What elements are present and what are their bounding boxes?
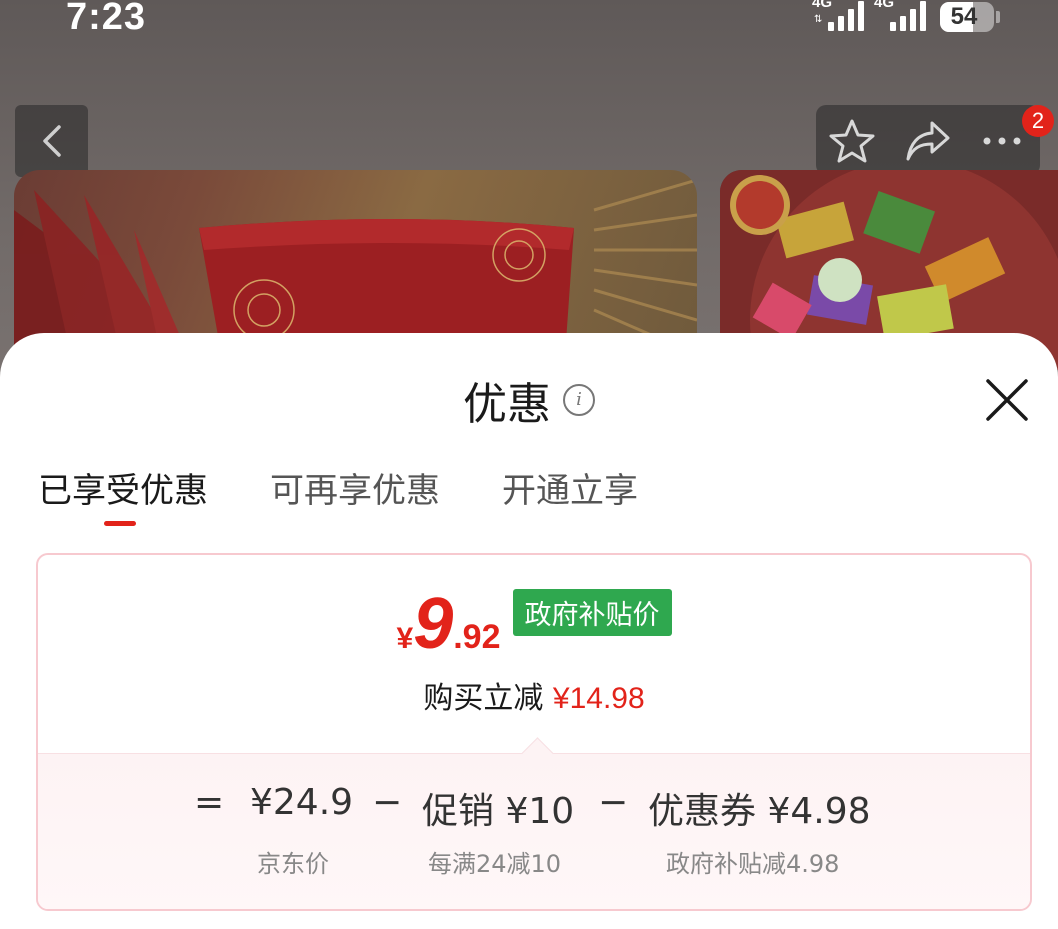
coupon-amount: 优惠券 ¥4.98 (648, 791, 871, 832)
breakdown-formula: = ¥24.9 − 促销 ¥10 − 优惠券 ¥4.98 (38, 782, 1030, 832)
final-price-row: ¥9.92政府补贴价 (38, 583, 1030, 665)
more-button[interactable] (978, 117, 1026, 165)
battery-cap (996, 11, 1000, 23)
instant-reduction-amount: ¥14.98 (552, 682, 645, 715)
coupon-note: 政府补贴减4.98 (666, 850, 840, 878)
battery-icon: 54 (940, 2, 994, 32)
promo-amount: 促销 ¥10 (422, 791, 575, 832)
base-price: ¥24.9 (250, 782, 354, 823)
instant-reduction-label: 购买立减 (423, 681, 544, 716)
tab-enjoyed-discounts[interactable]: 已享受优惠 (38, 463, 208, 512)
discount-card: ¥9.92政府补贴价 购买立减 ¥14.98 = ¥24.9 − 促销 ¥10 … (36, 553, 1032, 911)
signal-icon-2: 4G (874, 0, 930, 34)
price-currency: ¥ (396, 622, 414, 655)
tab-more-discounts[interactable]: 可再享优惠 (270, 463, 440, 512)
final-price: ¥9.92 (397, 583, 501, 665)
star-icon (829, 119, 875, 163)
favorite-button[interactable] (828, 117, 876, 165)
gov-subsidy-tag: 政府补贴价 (512, 589, 672, 636)
promo-note: 每满24减10 (428, 850, 562, 878)
more-icon (983, 137, 1021, 145)
info-icon[interactable]: i (563, 384, 595, 416)
tab-activate-now[interactable]: 开通立享 (502, 463, 638, 512)
equals-sign: = (194, 782, 225, 823)
back-button[interactable] (15, 105, 88, 177)
price-decimal: .92 (453, 618, 501, 656)
status-time: 7:23 (66, 0, 147, 38)
active-tab-indicator (104, 521, 136, 526)
status-bar: 7:23 4G ⇅ 4G 54 (0, 0, 1058, 40)
data-arrows-icon: ⇅ (814, 14, 823, 25)
price-integer: 9 (413, 584, 454, 664)
network-type-label: 4G (812, 0, 833, 11)
minus-sign-2: − (598, 782, 629, 823)
sheet-title: 优惠 (463, 379, 551, 430)
top-action-group (816, 105, 1040, 175)
price-breakdown: = ¥24.9 − 促销 ¥10 − 优惠券 ¥4.98 京东价 每满24减10… (38, 753, 1030, 909)
signal-icon: 4G ⇅ (812, 0, 868, 34)
close-button[interactable] (984, 377, 1030, 423)
discount-sheet: 优惠 i 已享受优惠 可再享优惠 开通立享 ¥9.92政府补贴价 购买立减 ¥14… (0, 333, 1058, 929)
minus-sign-1: − (372, 782, 403, 823)
share-icon (906, 121, 950, 161)
share-button[interactable] (904, 117, 952, 165)
back-arrow-icon (42, 125, 61, 157)
battery-level: 54 (950, 3, 978, 30)
instant-reduction-row: 购买立减 ¥14.98 (38, 673, 1030, 717)
notification-badge: 2 (1022, 105, 1054, 137)
base-price-label: 京东价 (257, 850, 329, 878)
network-type-label-2: 4G (874, 0, 895, 11)
sheet-header: 优惠 i (0, 368, 1058, 432)
close-icon (986, 379, 1028, 421)
